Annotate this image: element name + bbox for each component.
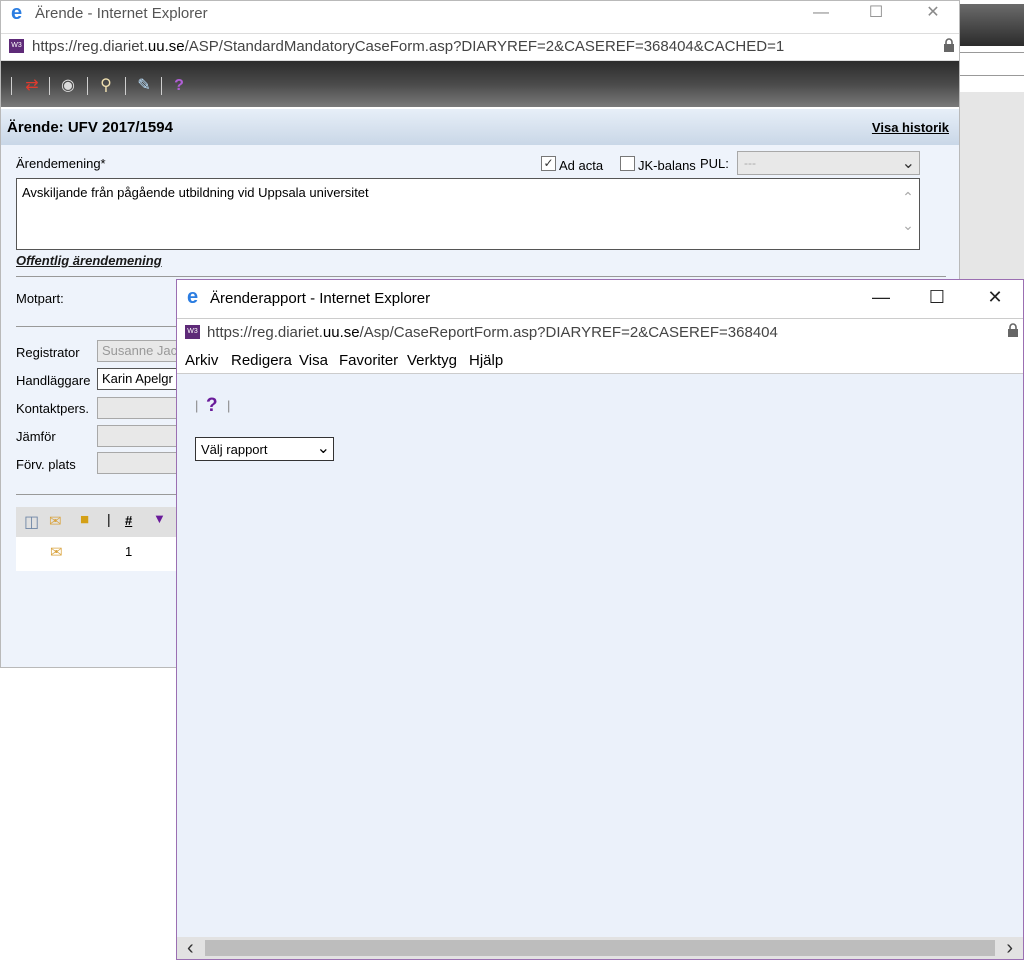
- lock-icon[interactable]: ■: [80, 511, 89, 528]
- toolbar-separator: |: [227, 398, 231, 413]
- ad-acta-label: Ad acta: [559, 158, 604, 173]
- registrator-label: Registrator: [16, 345, 80, 360]
- toolbar-separator: [49, 77, 50, 95]
- site-favicon-icon: W3: [9, 39, 24, 53]
- public-title-link[interactable]: Offentlig ärendemening: [16, 253, 162, 268]
- forv-plats-label: Förv. plats: [16, 457, 76, 472]
- minimize-icon[interactable]: —: [809, 3, 833, 25]
- case-window-url[interactable]: https://reg.diariet.uu.se/ASP/StandardMa…: [32, 38, 784, 55]
- chevron-down-icon: ⌄: [316, 440, 330, 457]
- background-field: [960, 52, 1024, 76]
- scroll-down-icon[interactable]: ⌄: [901, 217, 915, 234]
- close-icon[interactable]: ✕: [921, 3, 945, 25]
- toolbar-separator: [125, 77, 126, 95]
- report-select[interactable]: Välj rapport ⌄: [195, 437, 334, 461]
- toolbar-separator: [161, 77, 162, 95]
- jamfor-label: Jämför: [16, 429, 56, 444]
- chevron-down-icon: ⌄: [901, 155, 915, 172]
- kontaktpers-label: Kontaktpers.: [16, 401, 89, 416]
- report-select-value: Välj rapport: [201, 442, 268, 457]
- arendemening-textarea[interactable]: Avskiljande från pågående utbildning vid…: [16, 178, 920, 250]
- case-window-title: Ärende - Internet Explorer: [35, 5, 208, 22]
- case-toolbar: ⇄ ◉ ⚲ ✎ ?: [1, 61, 959, 107]
- forv-plats-field[interactable]: [97, 452, 187, 474]
- scroll-left-icon[interactable]: ‹: [187, 937, 194, 959]
- scroll-right-icon[interactable]: ›: [1006, 937, 1013, 959]
- hash-column-header[interactable]: #: [125, 513, 132, 528]
- document-icon: ✉: [50, 544, 63, 561]
- close-icon[interactable]: ✕: [983, 287, 1007, 309]
- pul-select[interactable]: --- ⌄: [737, 151, 920, 175]
- menu-bar: Arkiv Redigera Visa Favoriter Verktyg Hj…: [177, 347, 1023, 374]
- arendemening-label: Ärendemening*: [16, 156, 106, 171]
- help-icon[interactable]: ?: [206, 395, 218, 417]
- lock-icon: [944, 38, 954, 52]
- toolbar-separator: [87, 77, 88, 95]
- scrollbar-thumb[interactable]: [205, 940, 995, 956]
- report-window-url[interactable]: https://reg.diariet.uu.se/Asp/CaseReport…: [207, 324, 778, 341]
- toolbar-separator: |: [195, 398, 199, 413]
- case-header: Ärende: UFV 2017/1594 Visa historik: [1, 109, 959, 145]
- attachment-icon[interactable]: ✎: [133, 75, 155, 97]
- handlaggare-field[interactable]: Karin Apelgr: [97, 368, 187, 390]
- scroll-up-icon[interactable]: ⌃: [901, 189, 915, 206]
- site-favicon-icon: W3: [185, 325, 200, 339]
- background-toolbar: [960, 4, 1024, 46]
- menu-item-visa[interactable]: Visa: [299, 352, 328, 369]
- trash-icon[interactable]: ◫: [24, 512, 39, 532]
- minimize-icon[interactable]: —: [869, 287, 893, 309]
- jk-balans-checkbox[interactable]: [620, 156, 635, 171]
- kontaktpers-field[interactable]: [97, 397, 187, 419]
- internet-explorer-icon: e: [11, 2, 23, 24]
- search-key-icon[interactable]: ⚲: [95, 75, 117, 97]
- case-window-addressbar[interactable]: W3 https://reg.diariet.uu.se/ASP/Standar…: [1, 33, 959, 61]
- ad-acta-checkbox[interactable]: ✓: [541, 156, 556, 171]
- report-window-title: Ärenderapport - Internet Explorer: [210, 290, 431, 307]
- binoculars-icon[interactable]: ◉: [57, 75, 79, 97]
- menu-item-redigera[interactable]: Redigera: [231, 352, 292, 369]
- grid-separator: |: [107, 511, 111, 527]
- motpart-label: Motpart:: [16, 291, 64, 306]
- sort-down-icon[interactable]: ▼: [153, 511, 166, 526]
- toolbar-separator: [11, 77, 12, 95]
- pul-label: PUL:: [700, 156, 729, 171]
- jamfor-field[interactable]: [97, 425, 187, 447]
- jk-balans-label: JK-balans: [638, 158, 696, 173]
- menu-item-verktyg[interactable]: Verktyg: [407, 352, 457, 369]
- document-icon[interactable]: ✉: [49, 512, 62, 530]
- help-icon[interactable]: ?: [168, 75, 190, 97]
- report-content: | ? | Välj rapport ⌄: [177, 374, 1023, 937]
- history-link[interactable]: Visa historik: [872, 120, 949, 135]
- report-window-titlebar[interactable]: e Ärenderapport - Internet Explorer — ☐ …: [177, 280, 1023, 314]
- pul-select-value: ---: [744, 156, 756, 170]
- menu-item-favoriter[interactable]: Favoriter: [339, 352, 398, 369]
- page-title: Ärende: UFV 2017/1594: [7, 119, 173, 136]
- lock-icon: [1008, 323, 1018, 337]
- refresh-icon[interactable]: ⇄: [21, 75, 43, 97]
- arendemening-text: Avskiljande från pågående utbildning vid…: [22, 185, 369, 200]
- report-window[interactable]: e Ärenderapport - Internet Explorer — ☐ …: [176, 279, 1024, 960]
- maximize-icon[interactable]: ☐: [864, 3, 888, 25]
- registrator-field[interactable]: Susanne Jacc: [97, 340, 187, 362]
- horizontal-scrollbar[interactable]: ‹ ›: [177, 937, 1023, 959]
- divider: [16, 276, 946, 277]
- report-window-addressbar[interactable]: W3 https://reg.diariet.uu.se/Asp/CaseRep…: [177, 318, 1023, 348]
- menu-item-arkiv[interactable]: Arkiv: [185, 352, 218, 369]
- row-number: 1: [125, 544, 133, 559]
- case-window-titlebar[interactable]: e Ärende - Internet Explorer — ☐ ✕: [1, 1, 959, 27]
- handlaggare-label: Handläggare: [16, 373, 91, 388]
- menu-item-hjalp[interactable]: Hjälp: [469, 352, 503, 369]
- maximize-icon[interactable]: ☐: [925, 287, 949, 309]
- internet-explorer-icon: e: [187, 286, 199, 308]
